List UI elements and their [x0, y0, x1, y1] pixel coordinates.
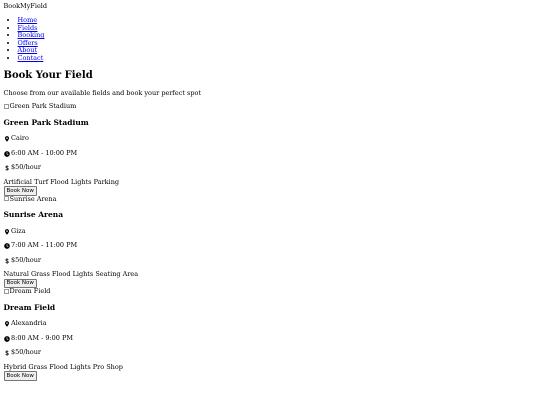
- field-hours: 8:00 AM - 9:00 PM: [3, 333, 537, 342]
- field-name: Dream Field: [3, 302, 56, 312]
- feature-tag: Artificial Turf: [3, 177, 49, 186]
- clock-icon: [3, 150, 10, 157]
- field-location-text: Alexandria: [11, 319, 47, 328]
- field-features: Natural Grass Flood Lights Seating Area: [4, 271, 537, 278]
- field-image-alt: Green Park Stadium: [9, 102, 77, 111]
- page-subtitle: Choose from our available fields and boo…: [3, 88, 202, 97]
- field-price: $50/hour: [4, 255, 537, 264]
- field-location: Giza: [4, 226, 537, 235]
- map-marker-icon: [4, 321, 10, 328]
- field-image: Sunrise Arena: [3, 194, 537, 203]
- field-location-text: Cairo: [11, 134, 29, 143]
- nav-item-home: Home: [18, 17, 537, 24]
- field-card: Sunrise Arena Sunrise Arena Giza 7:00 AM…: [3, 194, 537, 289]
- field-location: Alexandria: [4, 319, 537, 328]
- field-hours-text: 6:00 AM - 10:00 PM: [11, 148, 78, 157]
- nav-item-offers: Offers: [18, 39, 537, 47]
- feature-tag: Pro Shop: [92, 362, 123, 371]
- feature-tag: Natural Grass: [3, 270, 50, 279]
- field-hours-text: 8:00 AM - 9:00 PM: [11, 333, 74, 342]
- feature-tag: Hybrid Grass: [3, 362, 48, 371]
- dollar-icon: [4, 165, 10, 171]
- nav-link-contact[interactable]: Contact: [18, 54, 44, 62]
- page-title: Book Your Field: [3, 70, 93, 82]
- field-hours-text: 7:00 AM - 11:00 PM: [11, 241, 78, 250]
- field-image-alt: Dream Field: [9, 287, 51, 296]
- nav-item-fields: Fields: [18, 24, 537, 32]
- page: BookMyField Home Fields Booking Offers A…: [0, 0, 540, 384]
- main-nav: Home Fields Booking Offers About Contact: [4, 17, 537, 62]
- field-price: $50/hour: [4, 163, 537, 172]
- field-location-text: Giza: [11, 226, 26, 235]
- field-location: Cairo: [4, 134, 537, 143]
- nav-item-booking: Booking: [18, 32, 537, 39]
- nav-item-contact: Contact: [18, 54, 537, 62]
- feature-tag: Flood Lights: [51, 270, 94, 279]
- field-name: Sunrise Arena: [3, 210, 64, 220]
- book-now-button[interactable]: Book Now: [3, 371, 37, 381]
- field-hours: 6:00 AM - 10:00 PM: [3, 148, 537, 157]
- feature-tag: Flood Lights: [50, 177, 92, 186]
- map-marker-icon: [4, 136, 10, 142]
- field-hours: 7:00 AM - 11:00 PM: [3, 241, 537, 250]
- field-card: Green Park Stadium Green Park Stadium Ca…: [3, 102, 537, 196]
- field-image-alt: Sunrise Arena: [9, 194, 57, 203]
- field-name: Green Park Stadium: [3, 117, 89, 127]
- clock-icon: [3, 243, 10, 249]
- field-image: Dream Field: [3, 287, 537, 296]
- field-card: Dream Field Dream Field Alexandria 8:00 …: [3, 287, 537, 381]
- field-features: Hybrid Grass Flood Lights Pro Shop: [3, 362, 537, 371]
- field-image: Green Park Stadium: [3, 102, 537, 111]
- field-price: $50/hour: [4, 348, 537, 357]
- feature-tag: Parking: [93, 177, 120, 186]
- nav-item-about: About: [18, 47, 537, 54]
- field-price-text: $50/hour: [11, 255, 41, 264]
- dollar-icon: [4, 257, 10, 264]
- clock-icon: [3, 335, 10, 342]
- field-features: Artificial Turf Flood Lights Parking: [3, 177, 537, 186]
- broken-image-icon: [3, 103, 9, 109]
- broken-image-icon: [3, 288, 9, 294]
- broken-image-icon: [3, 196, 9, 202]
- field-price-text: $50/hour: [11, 163, 41, 172]
- brand-logo: BookMyField: [3, 2, 48, 10]
- map-marker-icon: [4, 228, 10, 235]
- feature-tag: Seating Area: [95, 270, 139, 279]
- field-price-text: $50/hour: [11, 348, 41, 357]
- dollar-icon: [4, 350, 10, 356]
- feature-tag: Flood Lights: [49, 362, 91, 371]
